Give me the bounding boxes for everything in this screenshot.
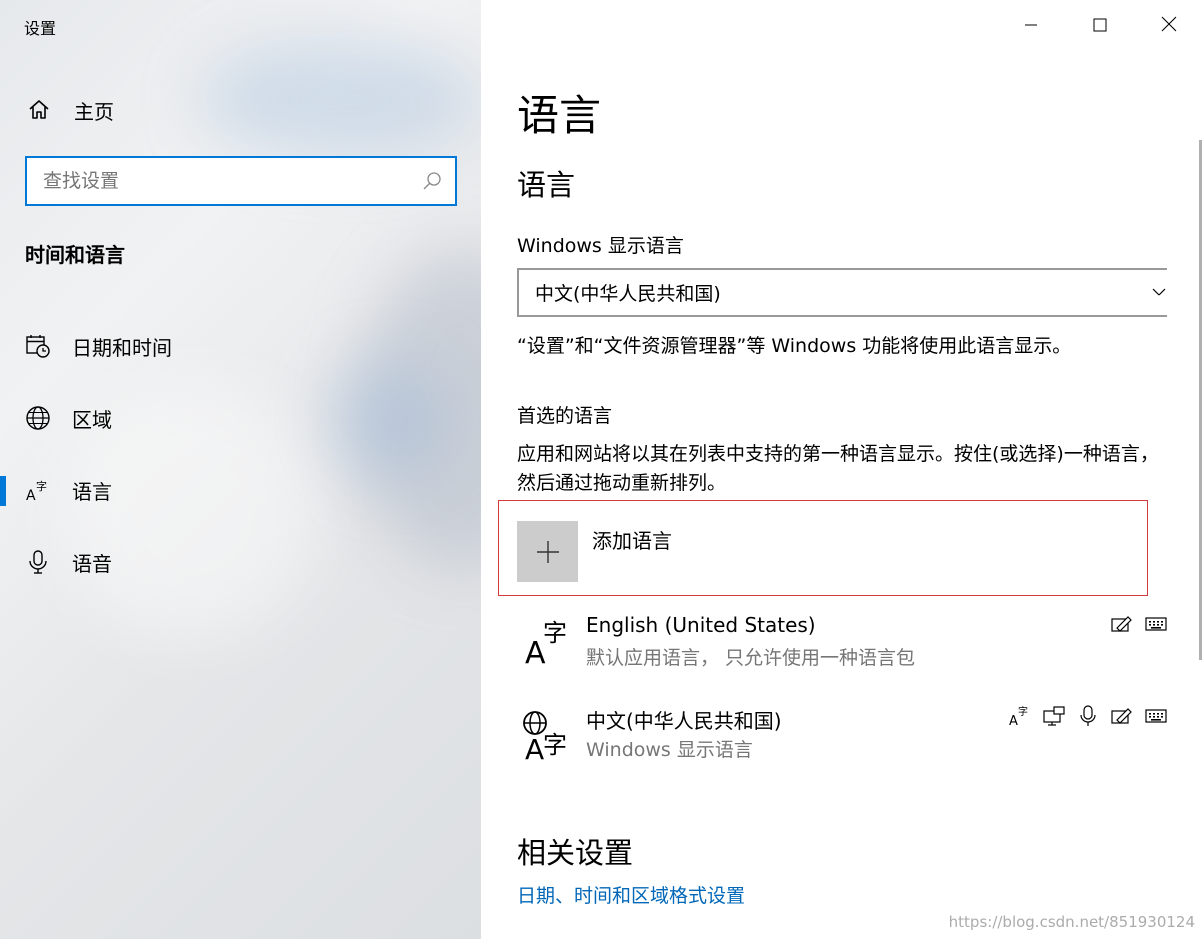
language-name: 中文(中华人民共和国) [586,709,782,733]
window-title: 设置 [24,19,57,38]
display-language-select[interactable]: 中文(中华人民共和国) [517,268,1167,317]
svg-text:字: 字 [543,731,567,759]
preferred-languages-description: 应用和网站将以其在列表中支持的第一种语言显示。按住(或选择)一种语言，然后通过拖… [517,443,1159,494]
sidebar-nav: 日期和时间 区域 A字 语言 语音 [0,310,481,598]
svg-text:A: A [26,488,36,503]
minimize-button[interactable] [996,0,1065,52]
minimize-icon [1024,17,1038,36]
microphone-icon [1077,705,1099,727]
microphone-icon [24,548,52,576]
sidebar-item-label: 日期和时间 [72,335,172,360]
add-language-label: 添加语言 [592,529,672,553]
sidebar-item-speech[interactable]: 语音 [0,526,481,598]
sidebar: 设置 主页 时间和语言 日期和时间 区域 A字 语 [0,0,481,939]
handwriting-icon [1111,705,1133,727]
sidebar-section-title: 时间和语言 [25,243,125,267]
sidebar-item-label: 语言 [72,479,112,504]
display-language-label: Windows 显示语言 [517,235,684,257]
keyboard-icon [1145,613,1167,635]
sidebar-item-language[interactable]: A字 语言 [0,454,481,526]
watermark: https://blog.csdn.net/851930124 [948,913,1195,931]
chevron-down-icon [1151,284,1167,300]
svg-text:字: 字 [543,619,567,647]
preferred-languages-label: 首选的语言 [517,405,613,427]
language-name: English (United States) [586,613,816,637]
globe-icon [24,404,52,432]
home-icon [26,97,52,123]
window-controls [996,0,1203,52]
background-blur [200,40,480,160]
sidebar-item-label: 区域 [72,407,112,432]
maximize-icon [1093,17,1107,36]
display-icon [1043,705,1065,727]
search-icon[interactable] [421,170,443,192]
language-features: A字 [997,705,1167,727]
plus-icon [517,521,578,582]
sidebar-item-region[interactable]: 区域 [0,382,481,454]
date-time-region-format-link[interactable]: 日期、时间和区域格式设置 [517,881,745,908]
page-title: 语言 [517,91,602,140]
language-pack-icon: A字 [1009,705,1031,727]
calendar-clock-icon [24,332,52,360]
language-item-chinese[interactable]: A字 中文(中华人民共和国) Windows 显示语言 A字 [517,705,1167,775]
display-language-info: “设置”和“文件资源管理器”等 Windows 功能将使用此语言显示。 [517,335,1072,357]
related-settings-title: 相关设置 [517,836,634,870]
language-desc: Windows 显示语言 [586,739,753,761]
svg-text:A: A [525,733,544,765]
search-input[interactable] [43,170,421,192]
display-language-value: 中文(中华人民共和国) [535,283,721,305]
language-glyph-icon: A字 [521,613,577,671]
language-features [1099,613,1167,635]
nav-home-label: 主页 [74,99,114,124]
sidebar-item-label: 语音 [72,551,112,576]
language-desc: 默认应用语言， 只允许使用一种语言包 [586,647,916,669]
scrollbar-thumb[interactable] [1199,140,1202,660]
nav-home[interactable]: 主页 [26,93,114,127]
section-title: 语言 [517,168,576,202]
svg-text:A: A [1009,714,1018,727]
language-item-english[interactable]: A字 English (United States) 默认应用语言， 只允许使用… [517,613,1167,683]
svg-text:字: 字 [1018,705,1028,718]
main-content: 语言 语言 Windows 显示语言 中文(中华人民共和国) “设置”和“文件资… [481,0,1203,939]
search-box [25,156,457,206]
handwriting-icon [1111,613,1133,635]
language-globe-glyph-icon: A字 [521,705,577,766]
language-icon: A字 [24,476,52,504]
maximize-button[interactable] [1065,0,1134,52]
close-icon [1161,16,1177,36]
scrollbar[interactable] [1197,140,1203,660]
sidebar-item-date-time[interactable]: 日期和时间 [0,310,481,382]
add-language-button[interactable]: 添加语言 [498,500,1148,596]
keyboard-icon [1145,705,1167,727]
close-button[interactable] [1134,0,1203,52]
svg-text:字: 字 [36,479,47,493]
